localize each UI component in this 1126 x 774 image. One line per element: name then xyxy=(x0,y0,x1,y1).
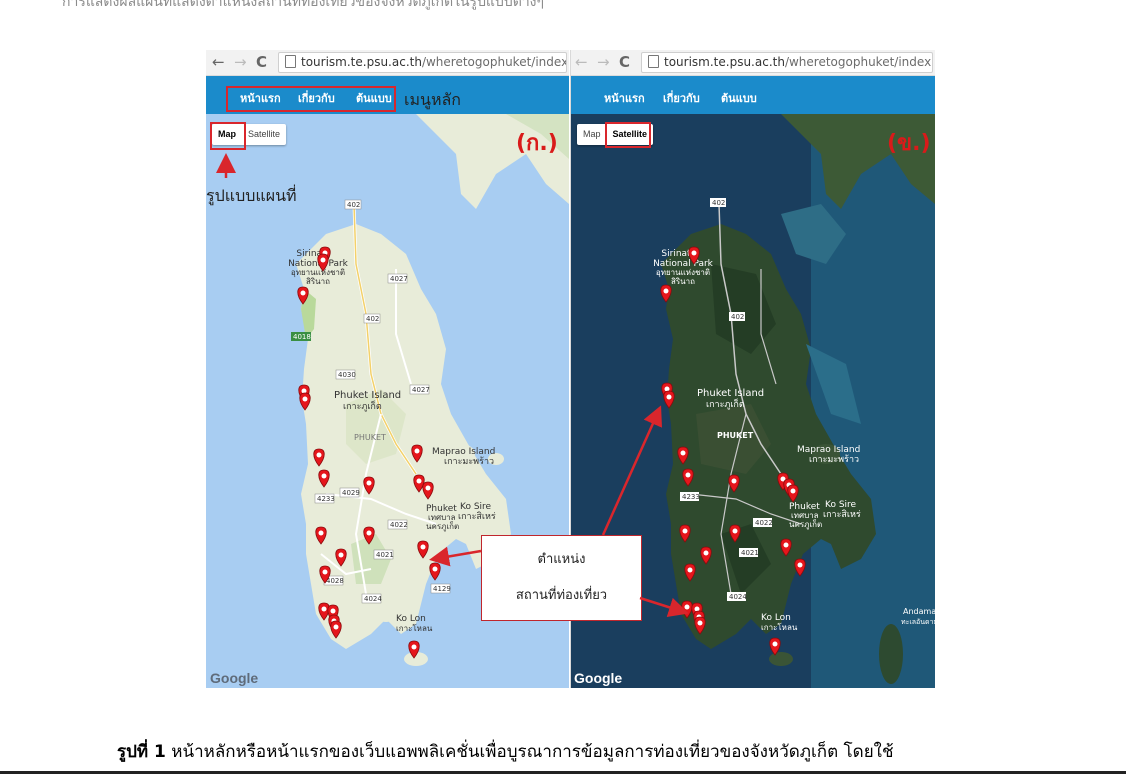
reload-icon[interactable]: C xyxy=(256,52,267,72)
back-arrow-icon[interactable]: ← xyxy=(212,52,225,72)
sat-road-4233: 4233 xyxy=(682,493,700,501)
url-path: /wheretogophuket/index.html xyxy=(784,55,932,69)
map-format-annotation: รูปแบบแผนที่ xyxy=(206,186,297,205)
map-label-province: PHUKET xyxy=(354,433,386,442)
road-4129: 4129 xyxy=(433,585,451,593)
caption-label: รูปที่ 1 xyxy=(117,742,166,762)
url-field[interactable]: tourism.te.psu.ac.th/wheretogophuket/ind… xyxy=(278,52,567,73)
road-4233: 4233 xyxy=(317,495,335,503)
road-4030: 4030 xyxy=(338,371,356,379)
map-type-satellite-button[interactable]: Satellite xyxy=(242,124,286,145)
sat-label-kolon-th: เกาะโหลน xyxy=(761,622,798,632)
callout-line-1: ตำแหน่ง xyxy=(537,552,586,567)
forward-arrow-icon[interactable]: → xyxy=(234,52,247,72)
browser-address-bar: ← → C tourism.te.psu.ac.th/wheretogophuk… xyxy=(571,50,935,76)
google-logo: Google xyxy=(574,670,623,686)
road-402-b: 402 xyxy=(366,315,379,323)
back-arrow-icon[interactable]: ← xyxy=(575,52,588,72)
sat-label-andaman: Andaman xyxy=(903,607,935,616)
map-button-highlight xyxy=(210,122,246,150)
road-4021: 4021 xyxy=(376,551,394,559)
road-4027-b: 4027 xyxy=(412,386,430,394)
main-menu-bar: หน้าแรก เกี่ยวกับ ต้นแบบ xyxy=(571,76,935,114)
main-menu-annotation: เมนูหลัก xyxy=(404,90,461,109)
sat-label-park-th: อุทยานแห่งชาติ xyxy=(656,268,710,277)
road-4018: 4018 xyxy=(293,333,311,341)
url-host: tourism.te.psu.ac.th xyxy=(301,55,422,69)
page-icon xyxy=(648,55,659,68)
figure-caption: รูปที่ 1 หน้าหลักหรือหน้าแรกของเว็บแอพพล… xyxy=(117,738,894,765)
caption-text: หน้าหลักหรือหน้าแรกของเว็บแอพพลิเคชั่นเพ… xyxy=(171,742,894,762)
map-label-kosire-th: เกาะสิเหร่ xyxy=(458,511,496,522)
callout-line-2: สถานที่ท่องเที่ยว xyxy=(515,588,608,603)
reload-icon[interactable]: C xyxy=(619,52,630,72)
sat-road-4021: 4021 xyxy=(741,549,759,557)
sat-label-maprao: Maprao Island xyxy=(797,445,860,455)
map-label-park-th2: สิรินาถ xyxy=(306,277,330,286)
url-host: tourism.te.psu.ac.th xyxy=(664,55,785,69)
map-type-map-button[interactable]: Map xyxy=(577,124,607,145)
road-4022: 4022 xyxy=(390,521,408,529)
sat-label-kosire: Ko Sire xyxy=(825,500,857,510)
road-4029: 4029 xyxy=(342,489,360,497)
map-label-maprao: Maprao Island xyxy=(432,447,495,457)
map-label-island: Phuket Island xyxy=(334,390,401,401)
partial-text-line: การแสดงผลแผนที่แสดงตำแหน่งสถานที่ท่องเที… xyxy=(62,0,545,10)
sat-label-park-th2: สิรินาถ xyxy=(671,277,695,286)
sat-road-4022: 4022 xyxy=(755,519,773,527)
sat-label-andaman-th: ทะเลอันดามัน xyxy=(901,618,935,626)
road-4027-a: 4027 xyxy=(390,275,408,283)
menu-item-home[interactable]: หน้าแรก xyxy=(604,89,645,107)
map-label-kolon: Ko Lon xyxy=(396,614,426,624)
map-label-kosire: Ko Sire xyxy=(460,502,492,512)
google-logo: Google xyxy=(210,670,259,686)
road-4024: 4024 xyxy=(364,595,382,603)
url-field[interactable]: tourism.te.psu.ac.th/wheretogophuket/ind… xyxy=(641,52,933,73)
browser-address-bar: ← → C tourism.te.psu.ac.th/wheretogophuk… xyxy=(206,50,569,76)
sat-label-maprao-th: เกาะมะพร้าว xyxy=(809,454,859,465)
sat-road-402-b: 402 xyxy=(731,313,744,321)
tourist-location-callout: ตำแหน่ง สถานที่ท่องเที่ยว xyxy=(481,535,642,621)
map-label-kolon-th: เกาะโหลน xyxy=(396,623,433,633)
sat-road-402-a: 402 xyxy=(712,199,725,207)
satellite-button-highlight xyxy=(605,122,651,148)
road-402-a: 402 xyxy=(347,201,360,209)
road-4028: 4028 xyxy=(326,577,344,585)
sat-label-kolon: Ko Lon xyxy=(761,613,791,623)
sat-label-town-th1: เทศบาล xyxy=(791,511,819,520)
sat-label-town-th2: นครภูเก็ต xyxy=(789,519,822,530)
sat-label-kosire-th: เกาะสิเหร่ xyxy=(823,509,861,520)
main-menu-highlight xyxy=(226,86,396,112)
sat-label-province: PHUKET xyxy=(717,431,754,440)
url-path: /wheretogophuket/index.html xyxy=(421,55,566,69)
sat-label-park: Sirinat xyxy=(661,249,691,259)
sat-road-4024: 4024 xyxy=(729,593,747,601)
page-icon xyxy=(285,55,296,68)
panel-label-a: (ก.) xyxy=(516,131,558,156)
map-label-maprao-th: เกาะมะพร้าว xyxy=(444,456,494,467)
map-label-town-th1: เทศบาล xyxy=(428,513,456,522)
map-label-town-th2: นครภูเก็ต xyxy=(426,521,459,532)
menu-item-about[interactable]: เกี่ยวกับ xyxy=(663,89,700,107)
sat-label-island: Phuket Island xyxy=(697,388,764,399)
menu-item-prototype[interactable]: ต้นแบบ xyxy=(721,89,757,107)
forward-arrow-icon[interactable]: → xyxy=(597,52,610,72)
panel-label-b: (ข.) xyxy=(887,131,931,156)
map-label-park-th: อุทยานแห่งชาติ xyxy=(291,268,345,277)
